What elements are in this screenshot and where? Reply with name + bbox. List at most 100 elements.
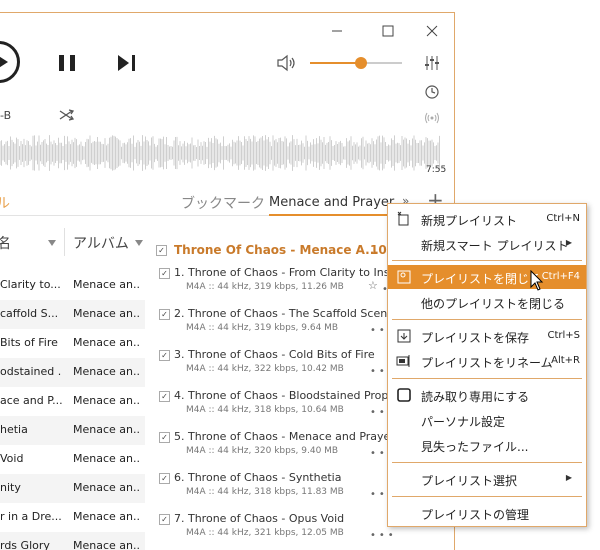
menu-label: 新規プレイリスト xyxy=(421,214,518,228)
more-icon[interactable]: ••• xyxy=(370,530,397,541)
library-row[interactable]: Void Menace an... xyxy=(0,445,145,474)
item-checkbox[interactable]: ✓ xyxy=(159,391,170,402)
tab-menace-and-prayer[interactable]: Menace and Prayer xyxy=(269,195,395,216)
maximize-button[interactable] xyxy=(374,21,402,41)
item-checkbox[interactable]: ✓ xyxy=(159,268,170,279)
volume-knob[interactable] xyxy=(354,57,367,69)
minimize-button[interactable] xyxy=(323,21,351,41)
menu-label: プレイリストを保存 xyxy=(421,331,530,345)
menu-select-playlist[interactable]: プレイリスト選択 ▶ xyxy=(388,467,586,491)
next-track-button[interactable] xyxy=(118,55,136,71)
close-playlist-icon xyxy=(397,270,411,284)
item-title: 7. Throne of Chaos - Opus Void xyxy=(174,512,345,525)
playlist-context-menu: 新規プレイリスト Ctrl+N 新規スマート プレイリスト ▶ プレイリストを閉… xyxy=(387,203,587,527)
item-title: 4. Throne of Chaos - Bloodstained Prophe… xyxy=(174,389,415,402)
library-row[interactable]: Clarity to... Menace an... xyxy=(0,271,145,300)
volume-slider[interactable] xyxy=(310,57,402,69)
column-album[interactable]: アルバム xyxy=(73,233,129,253)
volume-icon[interactable] xyxy=(276,54,298,72)
tab-partial[interactable]: ル xyxy=(0,193,10,213)
menu-label: プレイリスト選択 xyxy=(421,474,518,488)
row-title: caffold S... xyxy=(0,307,59,320)
menu-separator xyxy=(392,378,582,379)
row-album: Menace an... xyxy=(73,481,141,494)
menu-new-smart-playlist[interactable]: 新規スマート プレイリスト ▶ xyxy=(388,232,586,256)
item-checkbox[interactable]: ✓ xyxy=(159,350,170,361)
library-header: 名 アルバム xyxy=(0,228,145,256)
shuffle-icon[interactable] xyxy=(58,107,76,123)
menu-personal-settings[interactable]: パーソナル設定 xyxy=(388,408,586,432)
item-checkbox[interactable]: ✓ xyxy=(159,473,170,484)
item-checkbox[interactable]: ✓ xyxy=(159,514,170,525)
menu-lost-files[interactable]: 見失ったファイル... xyxy=(388,433,586,457)
item-title: 6. Throne of Chaos - Synthetia xyxy=(174,471,342,484)
row-title: Bits of Fire xyxy=(0,336,58,349)
waveform[interactable] xyxy=(0,131,445,175)
close-icon xyxy=(426,25,438,37)
equalizer-icon[interactable] xyxy=(423,54,441,72)
rename-icon xyxy=(396,355,410,367)
row-title: ace and P... xyxy=(0,394,62,407)
menu-save-playlist[interactable]: プレイリストを保存 Ctrl+S xyxy=(388,324,586,348)
menu-shortcut: Alt+R xyxy=(551,355,580,366)
menu-rename-playlist[interactable]: プレイリストをリネーム Alt+R xyxy=(388,349,586,373)
column-divider[interactable] xyxy=(64,228,65,256)
item-title: 3. Throne of Chaos - Cold Bits of Fire xyxy=(174,348,375,361)
volume-fill xyxy=(310,62,361,64)
library-row[interactable]: ace and P... Menace an... xyxy=(0,387,145,416)
item-title: 5. Throne of Chaos - Menace and Prayer xyxy=(174,430,395,443)
group-checkbox[interactable]: ✓ xyxy=(156,245,167,256)
maximize-icon xyxy=(382,25,394,37)
library-row[interactable]: rds Glory Menace an... xyxy=(0,532,145,550)
library-row[interactable]: caffold S... Menace an... xyxy=(0,300,145,329)
item-meta: M4A :: 44 kHz, 322 kbps, 10.42 MB xyxy=(186,364,344,374)
item-checkbox[interactable]: ✓ xyxy=(159,309,170,320)
item-meta: M4A :: 44 kHz, 320 kbps, 9.40 MB xyxy=(186,446,339,456)
filter-icon[interactable] xyxy=(48,240,56,246)
tab-bookmark[interactable]: ブックマーク xyxy=(181,193,265,213)
item-checkbox[interactable]: ✓ xyxy=(159,432,170,443)
menu-close-playlist[interactable]: プレイリストを閉じる Ctrl+F4 xyxy=(388,265,586,289)
row-album: Menace an... xyxy=(73,307,141,320)
filter-icon[interactable] xyxy=(135,240,143,246)
play-button[interactable] xyxy=(0,41,20,83)
library-row[interactable]: r in a Dre... Menace an... xyxy=(0,503,145,532)
menu-separator xyxy=(392,496,582,497)
group-title: Throne Of Chaos - Menace A... xyxy=(174,243,379,257)
menu-shortcut: Ctrl+F4 xyxy=(541,271,580,282)
broadcast-icon[interactable] xyxy=(423,109,441,127)
menu-readonly[interactable]: 読み取り専用にする xyxy=(388,383,586,407)
clock-icon[interactable] xyxy=(423,83,441,101)
row-album: Menace an... xyxy=(73,510,141,523)
library-row[interactable]: odstained ... Menace an... xyxy=(0,358,145,387)
pause-button[interactable] xyxy=(59,55,75,71)
menu-label: パーソナル設定 xyxy=(421,415,506,429)
menu-separator xyxy=(392,319,582,320)
checkbox-icon xyxy=(397,388,411,402)
menu-new-playlist[interactable]: 新規プレイリスト Ctrl+N xyxy=(388,207,586,231)
menu-label: プレイリストの管理 xyxy=(421,508,530,522)
column-title[interactable]: 名 xyxy=(0,233,11,253)
row-album: Menace an... xyxy=(73,452,141,465)
menu-label: 他のプレイリストを閉じる xyxy=(421,297,566,311)
menu-label: プレイリストをリネーム xyxy=(421,356,553,370)
duration-label: 7:55 xyxy=(426,165,447,175)
menu-close-other-playlists[interactable]: 他のプレイリストを閉じる xyxy=(388,290,586,314)
row-title: nity xyxy=(0,481,21,494)
item-title: 2. Throne of Chaos - The Scaffold Scenar… xyxy=(174,307,409,320)
menu-separator xyxy=(392,260,582,261)
item-meta: M4A :: 44 kHz, 319 kbps, 9.64 MB xyxy=(186,323,339,333)
close-button[interactable] xyxy=(418,21,446,41)
menu-manage-playlists[interactable]: プレイリストの管理 xyxy=(388,501,586,525)
item-meta: M4A :: 44 kHz, 321 kbps, 12.05 MB xyxy=(186,528,344,538)
item-meta: M4A :: 44 kHz, 318 kbps, 11.83 MB xyxy=(186,487,344,497)
library-row[interactable]: Bits of Fire Menace an... xyxy=(0,329,145,358)
star-icon[interactable]: ☆ xyxy=(368,279,378,292)
menu-separator xyxy=(392,462,582,463)
row-album: Menace an... xyxy=(73,423,141,436)
ab-repeat-label[interactable]: -B xyxy=(0,109,11,122)
group-count: 10 xyxy=(370,243,387,257)
library-row[interactable]: nity Menace an... xyxy=(0,474,145,503)
library-row[interactable]: hetia Menace an... xyxy=(0,416,145,445)
menu-label: 見失ったファイル... xyxy=(421,440,529,454)
